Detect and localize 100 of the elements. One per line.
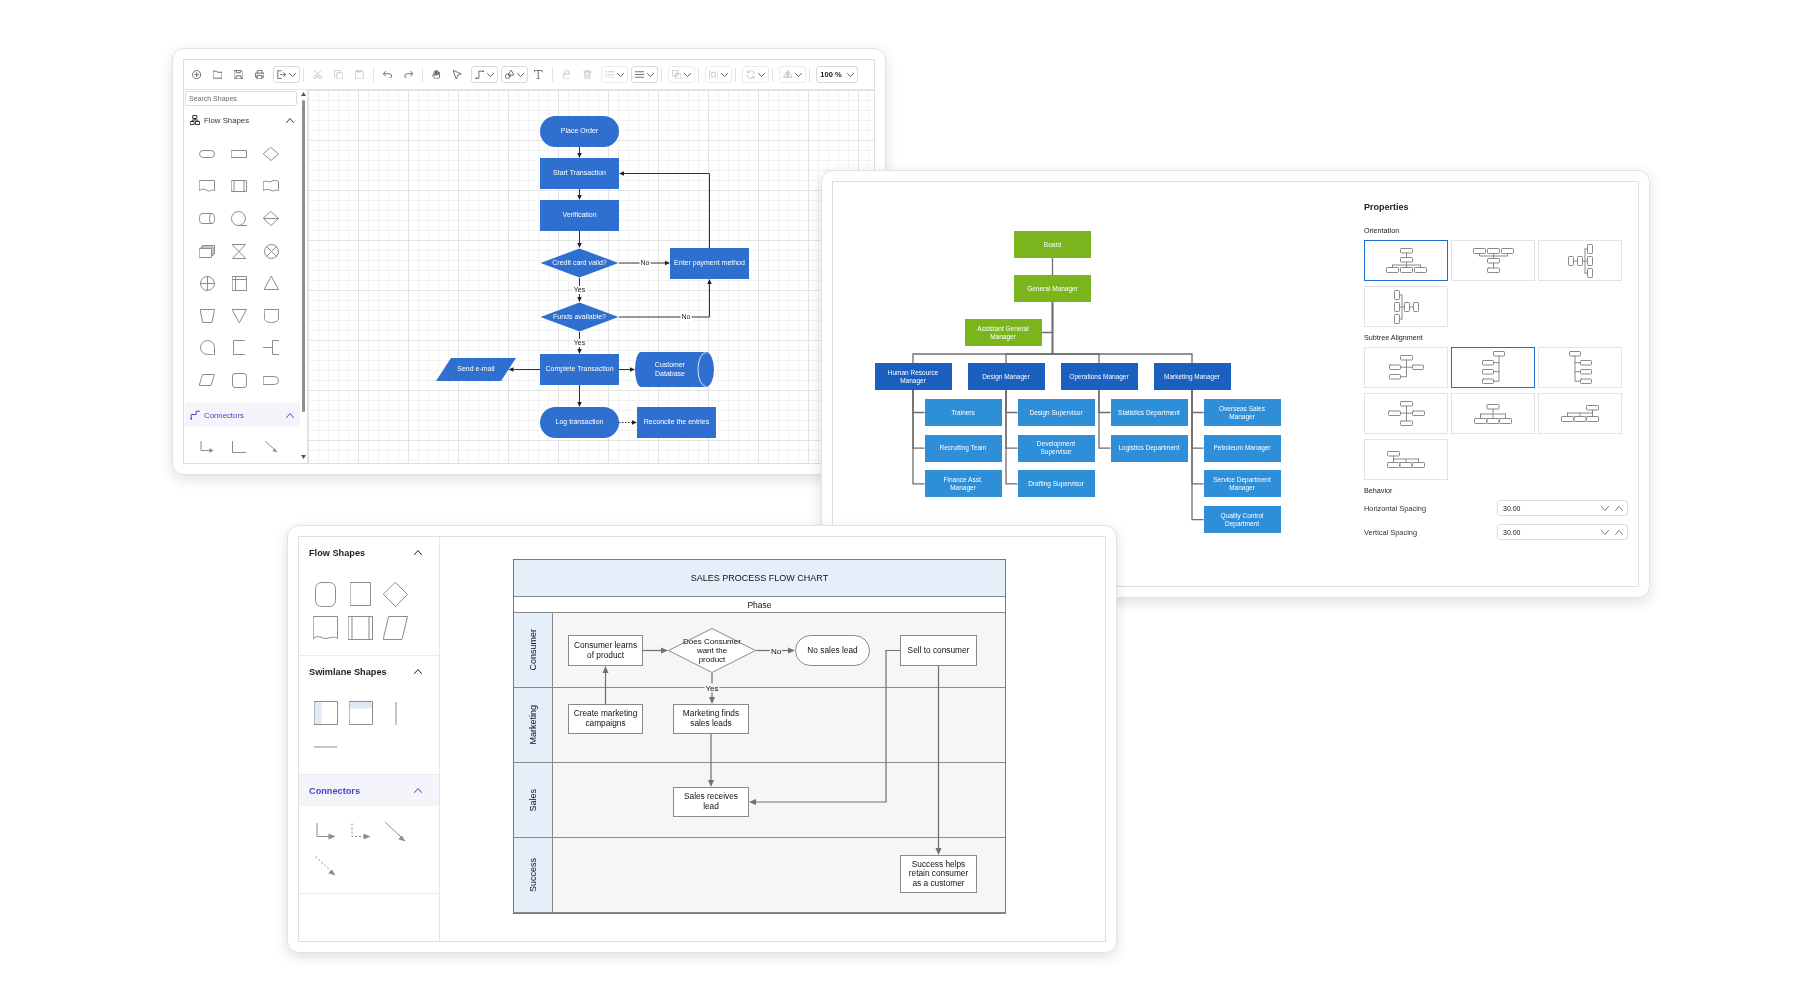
caret-icon [517,72,525,77]
chevron-down-icon [1601,529,1609,535]
flowchart-icon [190,115,200,125]
square-shape-icon[interactable] [350,582,371,606]
accordion-header[interactable]: Swimlane Shapes [299,656,439,687]
delay-shape-icon[interactable] [263,375,279,385]
mirrored-triangles-icon [782,70,793,79]
elbow-line-icon[interactable] [232,441,246,454]
trapezoid-shape-icon[interactable] [199,308,215,323]
chevron-up-icon [414,788,422,793]
connector [642,647,668,654]
tree-layout-icon [1568,351,1592,384]
clipboard-icon [355,69,364,80]
document-shape-icon[interactable] [199,180,215,193]
circular-arrows-icon [745,69,756,80]
vertical-line-icon[interactable] [394,701,397,725]
parallelogram-shape-icon[interactable] [199,374,215,387]
document-shape-icon[interactable] [313,616,338,640]
accordion-header[interactable]: Flow Shapes [299,537,439,568]
predefined-process-shape-icon[interactable] [348,616,373,640]
process-node: Sales receives lead [673,787,749,817]
circle-plus-shape-icon[interactable] [199,275,215,291]
decrement-button[interactable] [1601,527,1609,537]
lane-header: Marketing [514,688,553,762]
diagonal-arrow-icon[interactable] [264,441,278,454]
caret-icon [795,72,803,77]
inverted-triangle-shape-icon[interactable] [231,308,247,323]
connector [577,384,582,407]
hourglass-shape-icon[interactable] [232,243,246,259]
terminator-node: No sales lead [795,635,870,666]
align-dropdown[interactable] [631,66,658,83]
triangle-shape-icon[interactable] [263,276,279,291]
connector [577,188,582,200]
tree-layout-icon [1388,355,1424,380]
connector [577,230,582,248]
tree-layout-icon [1393,289,1419,324]
increment-button[interactable] [1615,503,1623,513]
rounded-rectangle-shape-icon[interactable] [315,581,336,607]
tree-layout-icon [1472,248,1514,273]
triangle-down-icon[interactable] [301,455,306,459]
diamond-shape-icon[interactable] [263,147,279,162]
horizontal-lane-shape-icon[interactable] [348,701,373,725]
caret-icon [846,72,854,77]
chevron-up-icon [414,550,422,555]
shape-dropdown[interactable] [501,66,528,83]
plus-circle-icon [191,69,202,80]
bracket-with-line-shape-icon[interactable] [263,340,279,356]
caret-icon [647,72,655,77]
process-node: Success helps retain consumer as a customer [900,855,977,893]
caret-icon [721,72,729,77]
layout-option[interactable] [1451,347,1535,388]
chevron-up-icon [286,117,294,123]
internal-storage-shape-icon[interactable] [231,275,247,291]
scrollbar-thumb[interactable] [302,100,305,412]
overlapping-squares-icon [671,69,682,80]
connector [618,367,635,372]
off-page-shape-icon[interactable] [263,308,279,323]
tree-layout-icon [1481,351,1505,384]
triangle-up-icon[interactable] [301,92,306,96]
parallelogram-shape-icon[interactable] [383,616,408,640]
dashed-diagonal-arrow-icon[interactable] [315,856,336,876]
accordion-header[interactable]: Connectors [299,775,439,806]
chart-title: SALES PROCESS FLOW CHART [514,560,1005,597]
circle-with-tail-shape-icon[interactable] [231,211,247,227]
dashed-elbow-arrow-icon[interactable] [350,822,371,842]
export-dropdown[interactable] [273,66,300,83]
trash-icon [583,69,592,80]
terminator-shape-icon[interactable] [199,150,215,159]
rounded-square-shape-icon[interactable] [231,372,247,388]
diamond-shape-icon[interactable] [383,581,408,607]
printer-icon [254,69,265,80]
tree-layout-icon [1474,403,1512,424]
copy-icon [333,69,344,80]
connector-dropdown[interactable] [471,66,498,83]
elbow-arrow-icon[interactable] [315,822,336,842]
increment-button[interactable] [1615,527,1623,537]
chevron-up-icon [1615,505,1623,511]
sequential-data-shape-icon[interactable] [199,340,215,356]
caret-icon [617,72,625,77]
chevron-up-icon [286,412,294,418]
cylinder-shape-icon[interactable] [199,213,215,225]
chevron-up-icon [414,669,422,674]
vertical-bars-icon [708,69,719,80]
elbow-arrow-icon[interactable] [200,441,214,454]
caret-icon [684,72,692,77]
tree-layout-icon [1561,405,1599,422]
elbow-connector-icon [190,410,200,421]
multi-document-shape-icon[interactable] [199,244,215,258]
connector [618,260,670,266]
connector [602,666,609,705]
circle-cross-shape-icon[interactable] [263,243,279,259]
paper-tape-shape-icon[interactable] [263,180,279,193]
sort-shape-icon[interactable] [263,211,279,227]
vertical-lane-shape-icon[interactable] [313,701,338,725]
decrement-button[interactable] [1601,503,1609,513]
predefined-process-shape-icon[interactable] [231,180,247,193]
diagonal-arrow-icon[interactable] [385,822,406,842]
bracket-shape-icon[interactable] [233,340,245,356]
layout-option[interactable] [1364,240,1448,281]
rectangle-shape-icon[interactable] [231,150,247,159]
